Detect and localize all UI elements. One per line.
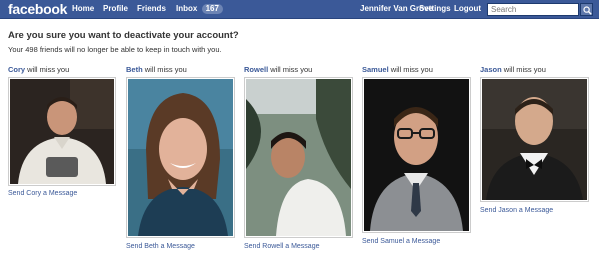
friend-card-samuel: Samuel will miss you Send Samuel a Messa… [362,65,474,253]
friend-card-cory: Cory will miss you Send Cory a Message [8,65,118,205]
send-message-link[interactable]: Send Beth a Message [126,243,195,250]
friend-name-link[interactable]: Samuel [362,65,389,74]
friend-photo[interactable] [126,77,235,238]
facebook-logo[interactable]: facebook [8,1,67,17]
friend-photo-image [364,79,469,231]
nav-inbox-link[interactable]: Inbox 167 [176,4,223,14]
friend-caption-text: will miss you [142,65,187,74]
nav-profile-link[interactable]: Profile [103,4,128,13]
friend-caption: Samuel will miss you [362,65,433,74]
send-message-link[interactable]: Send Jason a Message [480,207,553,214]
search-input[interactable]: Search [487,3,579,16]
friend-caption: Jason will miss you [480,65,546,74]
friend-caption: Rowell will miss you [244,65,312,74]
friend-photo[interactable] [244,77,353,238]
nav-inbox-label: Inbox [176,4,198,13]
friend-name-link[interactable]: Jason [480,65,502,74]
nav-home-link[interactable]: Home [72,4,94,13]
friend-caption-text: will miss you [388,65,433,74]
friend-photo-image [10,79,114,184]
friend-caption: Cory will miss you [8,65,69,74]
nav-settings-link[interactable]: Settings [419,4,451,13]
friend-photo[interactable] [8,77,116,186]
friend-photo[interactable] [362,77,471,233]
inbox-count-badge: 167 [201,4,223,14]
friend-name-link[interactable]: Rowell [244,65,268,74]
friend-photo[interactable] [480,77,589,202]
friend-name-link[interactable]: Cory [8,65,25,74]
nav-logout-link[interactable]: Logout [454,4,481,13]
nav-friends-link[interactable]: Friends [137,4,166,13]
friend-caption-text: will miss you [501,65,546,74]
friend-photo-image [482,79,587,200]
send-message-link[interactable]: Send Rowell a Message [244,243,320,250]
page-title: Are you sure you want to deactivate your… [8,30,239,41]
friend-photo-image [246,79,351,236]
friend-caption-text: will miss you [268,65,313,74]
page-subtitle: Your 498 friends will no longer be able … [8,45,222,54]
send-message-link[interactable]: Send Samuel a Message [362,238,440,245]
search-button[interactable] [580,3,593,16]
friend-card-jason: Jason will miss you Send Jason a Message [480,65,592,225]
friend-card-beth: Beth will miss you Send Beth a Message [126,65,238,253]
top-navigation-bar: facebook Home Profile Friends Inbox 167 … [0,0,599,19]
send-message-link[interactable]: Send Cory a Message [8,190,77,197]
friend-photo-image [128,79,233,236]
friend-caption-text: will miss you [25,65,70,74]
search-icon [583,6,592,15]
friend-card-rowell: Rowell will miss you Send Rowell a Messa… [244,65,356,253]
friend-name-link[interactable]: Beth [126,65,143,74]
friend-caption: Beth will miss you [126,65,187,74]
